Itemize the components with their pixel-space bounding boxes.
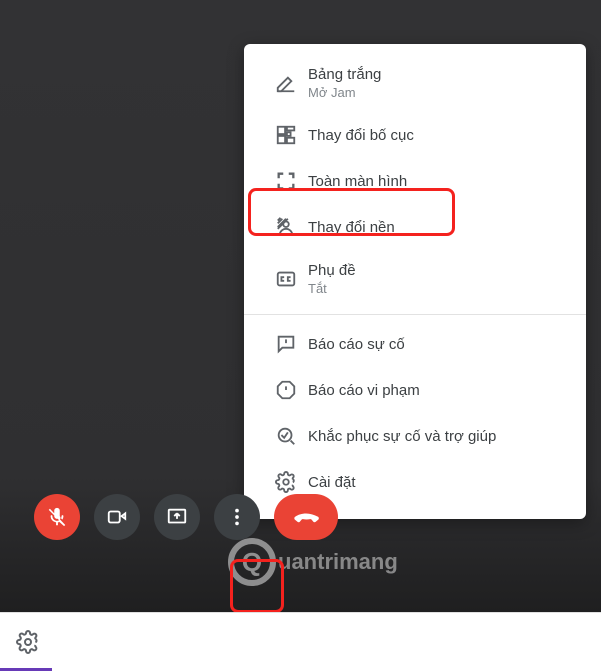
menu-item-label: Thay đổi bố cục <box>308 127 566 144</box>
call-controls <box>0 481 601 553</box>
feedback-icon <box>264 333 308 355</box>
menu-item-label: Toàn màn hình <box>308 173 566 190</box>
menu-item-change-layout[interactable]: Thay đổi bố cục <box>244 112 586 158</box>
settings-icon[interactable] <box>16 630 40 654</box>
menu-item-label: Khắc phục sự cố và trợ giúp <box>308 428 566 445</box>
menu-item-label: Báo cáo sự cố <box>308 336 566 353</box>
menu-item-report-abuse[interactable]: Báo cáo vi phạm <box>244 367 586 413</box>
menu-item-fullscreen[interactable]: Toàn màn hình <box>244 158 586 204</box>
hangup-button[interactable] <box>274 494 338 540</box>
menu-item-sublabel: Mở Jam <box>308 85 566 100</box>
more-options-button[interactable] <box>214 494 260 540</box>
fullscreen-icon <box>264 170 308 192</box>
captions-icon <box>264 268 308 290</box>
menu-item-captions[interactable]: Phụ đề Tắt <box>244 250 586 308</box>
menu-item-whiteboard[interactable]: Bảng trắng Mở Jam <box>244 54 586 112</box>
menu-item-sublabel: Tắt <box>308 281 566 296</box>
menu-item-change-background[interactable]: Thay đổi nền <box>244 204 586 250</box>
layout-icon <box>264 124 308 146</box>
menu-item-troubleshoot[interactable]: Khắc phục sự cố và trợ giúp <box>244 413 586 459</box>
video-area: Bảng trắng Mở Jam Thay đổi bố cục Toàn m… <box>0 0 601 612</box>
troubleshoot-icon <box>264 425 308 447</box>
background-icon <box>264 216 308 238</box>
menu-item-label: Báo cáo vi phạm <box>308 382 566 399</box>
present-button[interactable] <box>154 494 200 540</box>
page-footer <box>0 612 601 671</box>
edit-icon <box>264 72 308 94</box>
menu-item-report-problem[interactable]: Báo cáo sự cố <box>244 321 586 367</box>
menu-item-label: Bảng trắng <box>308 66 566 83</box>
report-icon <box>264 379 308 401</box>
more-options-menu: Bảng trắng Mở Jam Thay đổi bố cục Toàn m… <box>244 44 586 519</box>
mic-off-button[interactable] <box>34 494 80 540</box>
menu-separator <box>244 314 586 315</box>
menu-item-label: Phụ đề <box>308 262 566 279</box>
camera-button[interactable] <box>94 494 140 540</box>
menu-item-label: Thay đổi nền <box>308 219 566 236</box>
